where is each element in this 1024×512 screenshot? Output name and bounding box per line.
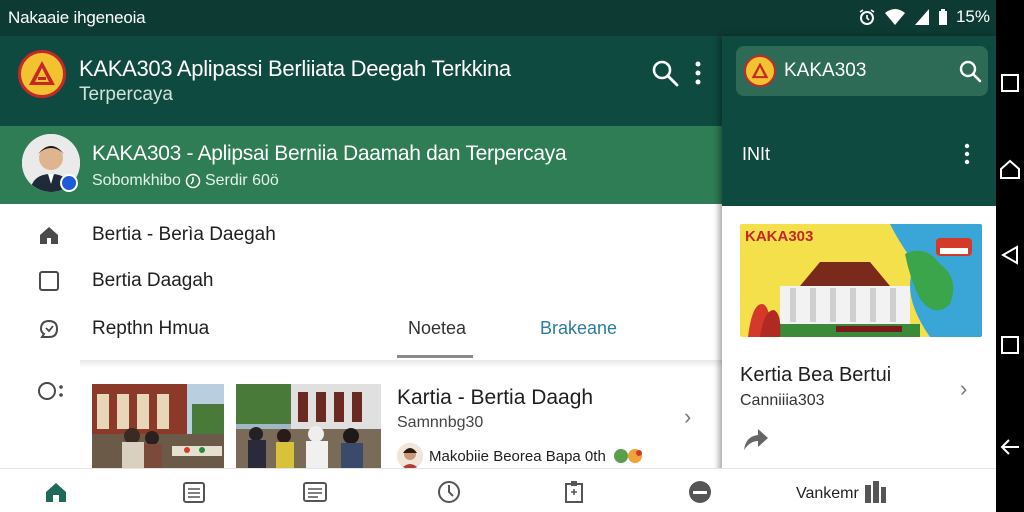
tab-breaking[interactable]: Brakeane bbox=[540, 318, 617, 339]
article-thumbnail[interactable] bbox=[236, 384, 381, 468]
app-logo bbox=[18, 50, 66, 98]
tab-news[interactable]: Noetea bbox=[408, 318, 466, 339]
right-panel-card-title[interactable]: Kertia Bea Bertui bbox=[740, 364, 891, 387]
promo-banner-text: KAKA303 bbox=[745, 228, 814, 245]
back-triangle-icon[interactable] bbox=[999, 244, 1021, 266]
article-thumbnail[interactable] bbox=[92, 384, 224, 468]
app-subtitle: Terpercaya bbox=[79, 84, 173, 105]
menu-item-label: Bertia Daagah bbox=[92, 270, 214, 291]
status-bar: Nakaaie ihgeneoia 15% bbox=[0, 0, 996, 36]
app-logo bbox=[744, 55, 776, 87]
list-icon[interactable] bbox=[302, 479, 328, 505]
article-date: Samnnbg30 bbox=[397, 414, 484, 431]
home-button-icon[interactable] bbox=[999, 158, 1021, 180]
right-panel-app-name: KAKA303 bbox=[784, 60, 867, 81]
chevron-right-icon[interactable]: › bbox=[684, 404, 691, 430]
search-icon[interactable] bbox=[650, 58, 680, 88]
right-panel-card-subtitle: Canniiia303 bbox=[740, 392, 825, 409]
more-options-icon[interactable] bbox=[36, 380, 66, 402]
alarm-icon bbox=[859, 9, 875, 25]
search-icon[interactable] bbox=[958, 59, 982, 83]
recent-apps-icon[interactable] bbox=[999, 72, 1021, 94]
more-vert-icon[interactable] bbox=[688, 58, 708, 88]
back-arrow-icon[interactable] bbox=[999, 436, 1021, 458]
bottom-navigation: Vankemr bbox=[0, 468, 996, 512]
article-title[interactable]: Kartia - Bertia Daagh bbox=[397, 386, 593, 410]
battery-icon bbox=[938, 9, 947, 25]
emoji-icon bbox=[613, 449, 642, 463]
calendar-icon[interactable] bbox=[181, 479, 207, 505]
battery-percent: 15% bbox=[955, 7, 990, 26]
channel-title: KAKA303 - Aplipsai Berniia Daamah dan Te… bbox=[92, 142, 567, 165]
channel-subtitle-left: Sobomkhibo bbox=[92, 172, 181, 189]
channel-subtitle-right: Serdir 60ö bbox=[204, 172, 279, 189]
status-carrier-text: Nakaaie ihgeneoia bbox=[8, 8, 146, 27]
bottom-nav-label[interactable]: Vankemr bbox=[796, 485, 859, 503]
clipboard-icon[interactable] bbox=[561, 479, 587, 505]
home-icon bbox=[40, 227, 58, 244]
wifi-icon bbox=[884, 9, 905, 25]
author-avatar bbox=[397, 443, 423, 469]
book-icon[interactable] bbox=[862, 479, 888, 505]
menu-item-regional[interactable]: Bertia Daagah bbox=[0, 258, 722, 302]
right-panel-header: KAKA303 INIt bbox=[722, 36, 996, 206]
tab-indicator bbox=[397, 355, 473, 358]
menu-item-label: Bertia - Berìa Daegah bbox=[92, 224, 276, 245]
more-vert-icon[interactable] bbox=[962, 142, 972, 166]
channel-subtitle: Sobomkhibo Serdir 60ö bbox=[92, 172, 279, 190]
minus-circle-icon[interactable] bbox=[687, 479, 713, 505]
app-bar: KAKA303 Aplipassi Berliiata Deegah Terkk… bbox=[0, 36, 722, 126]
divider bbox=[80, 360, 722, 368]
menu-item-home[interactable]: Bertia - Berìa Daegah bbox=[0, 212, 722, 256]
compass-icon[interactable] bbox=[436, 479, 462, 505]
clock-icon bbox=[185, 173, 201, 189]
right-panel: KAKA303 INIt KAKA303 Kertia Bea Bertui C… bbox=[722, 36, 996, 512]
share-icon[interactable] bbox=[740, 426, 770, 452]
promo-banner[interactable]: KAKA303 bbox=[740, 224, 982, 337]
channel-banner[interactable]: KAKA303 - Aplipsai Berniia Daamah dan Te… bbox=[0, 126, 722, 204]
signal-icon bbox=[914, 9, 929, 25]
system-navigation-bar bbox=[996, 0, 1024, 512]
home-icon[interactable] bbox=[43, 479, 69, 505]
author-name: Makobiie Beorea Bapa 0th bbox=[429, 447, 606, 465]
square-icon bbox=[39, 271, 59, 291]
verified-badge-icon bbox=[60, 174, 78, 192]
square-button-icon[interactable] bbox=[999, 334, 1021, 356]
status-icons: 15% bbox=[858, 7, 990, 27]
right-panel-section-label: INIt bbox=[742, 144, 771, 164]
app-title: KAKA303 Aplipassi Berliiata Deegah Terkk… bbox=[79, 56, 511, 81]
right-panel-search-bar[interactable]: KAKA303 bbox=[736, 46, 988, 96]
article-author: Makobiie Beorea Bapa 0th bbox=[397, 443, 646, 469]
chevron-right-icon[interactable]: › bbox=[960, 376, 967, 402]
menu-item-label: Repthn Hmua bbox=[92, 318, 210, 339]
chat-icon bbox=[39, 319, 59, 338]
